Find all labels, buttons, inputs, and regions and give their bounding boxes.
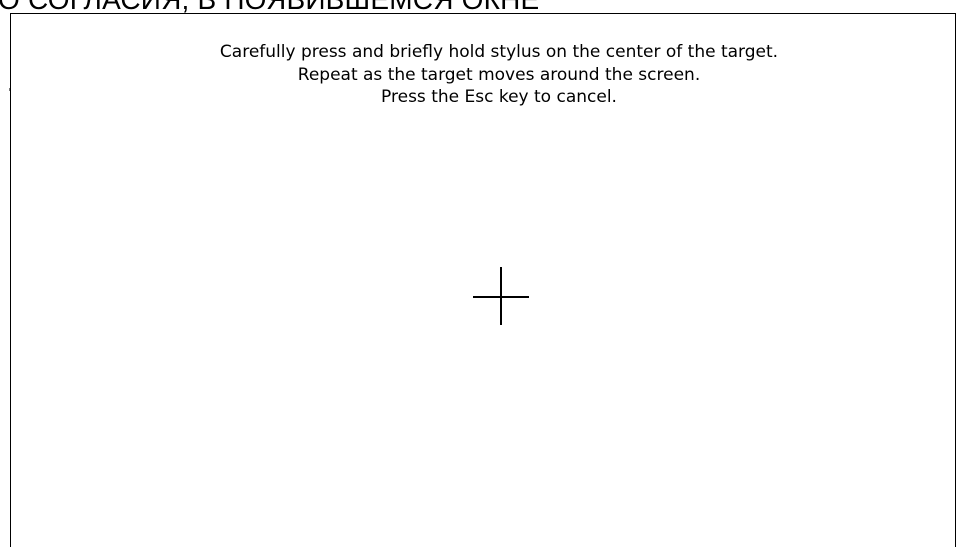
document-caption-text: О СОГЛАСИЯ, В ПОЯВИВШЕМСЯ ОКНЕ xyxy=(0,0,539,14)
instruction-line-3: Press the Esc key to cancel. xyxy=(381,87,617,107)
instruction-line-2: Repeat as the target moves around the sc… xyxy=(297,64,701,85)
crosshair-icon[interactable] xyxy=(473,267,529,325)
document-caption-fragment: О СОГЛАСИЯ, В ПОЯВИВШЕМСЯ ОКНЕ xyxy=(0,0,957,14)
crosshair-vertical-line xyxy=(500,267,502,325)
instruction-line-1: Carefully press and briefly hold stylus … xyxy=(219,42,779,62)
calibration-instructions: Carefully press and briefly hold stylus … xyxy=(11,41,957,109)
calibration-screen[interactable]: Carefully press and briefly hold stylus … xyxy=(10,13,956,547)
